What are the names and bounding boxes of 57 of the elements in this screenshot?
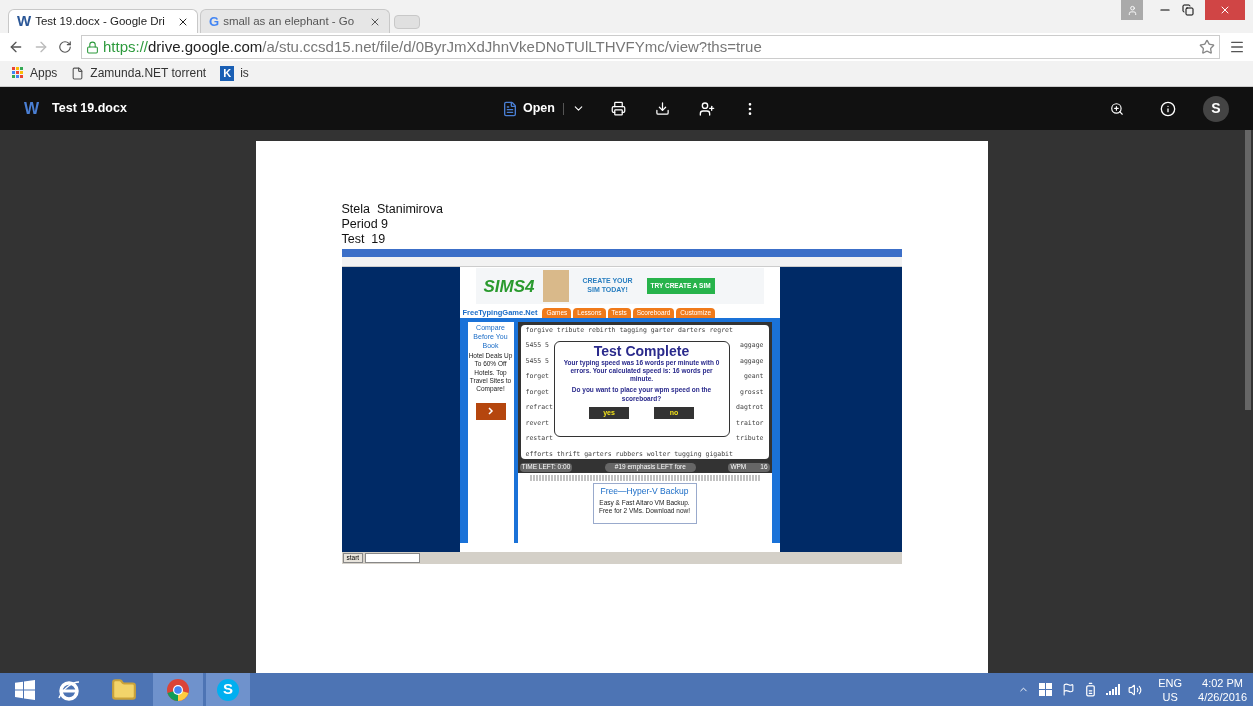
region-code: US bbox=[1162, 689, 1178, 704]
zoom-in-icon[interactable] bbox=[1110, 101, 1124, 116]
bookmark-item[interactable]: K is bbox=[220, 64, 249, 82]
sims-logo: SIMS4 bbox=[483, 277, 535, 295]
tab-logo: W bbox=[17, 11, 32, 32]
print-icon[interactable] bbox=[610, 101, 626, 116]
info-icon[interactable] bbox=[1160, 100, 1176, 117]
browser-tab[interactable]: G small as an elephant - Go bbox=[200, 9, 390, 33]
bottom-ad-title: Free—Hyper-V Backup bbox=[600, 486, 689, 497]
url-text: https://drive.google.com/a/stu.ccsd15.net/file/d/0ByrJmXdJhnVkeDNoTUlLTHVFYmc/view?ths=true bbox=[103, 36, 762, 57]
avatar[interactable]: S bbox=[1203, 95, 1229, 122]
signal-icon[interactable] bbox=[1106, 684, 1121, 695]
chrome-icon bbox=[166, 677, 190, 702]
windows-flag-icon[interactable] bbox=[1039, 683, 1053, 696]
document-icon bbox=[501, 100, 518, 117]
file-name: Test 19.docx bbox=[52, 100, 127, 118]
tab-logo: G bbox=[209, 12, 220, 31]
taskbar-window-button[interactable] bbox=[365, 553, 421, 563]
page-icon bbox=[71, 66, 85, 80]
clock-date: 4/26/2016 bbox=[1198, 689, 1247, 704]
person-icon bbox=[1126, 4, 1138, 16]
language-code: ENG bbox=[1158, 675, 1183, 690]
folder-icon[interactable] bbox=[111, 676, 137, 703]
windows-start-icon[interactable] bbox=[15, 679, 35, 700]
share-icon[interactable] bbox=[698, 100, 715, 117]
apps-grid-icon bbox=[12, 67, 24, 79]
browser-tab[interactable]: W Test 19.docx - Google Dri bbox=[8, 9, 198, 33]
next-button[interactable] bbox=[475, 402, 506, 420]
chevron-right-icon bbox=[487, 407, 494, 416]
lock-icon bbox=[86, 40, 99, 54]
clock-time: 4:02 PM bbox=[1202, 675, 1243, 690]
restore-icon[interactable] bbox=[1182, 4, 1194, 16]
close-icon bbox=[1219, 4, 1231, 16]
taskbar-app-button[interactable] bbox=[153, 673, 203, 706]
open-button[interactable]: Open bbox=[501, 99, 555, 118]
flag-icon[interactable] bbox=[1062, 683, 1076, 696]
document-text: Stela Stanimirova bbox=[341, 202, 444, 217]
document-text: Test 19 bbox=[341, 232, 387, 247]
tab-title: Test 19.docx - Google Dri bbox=[35, 13, 166, 29]
bookmark-item[interactable]: Apps bbox=[12, 64, 58, 82]
address-bar[interactable]: https://drive.google.com/a/stu.ccsd15.net/file/d/0ByrJmXdJhnVkeDNoTUlLTHVFYmc/view?ths=true bbox=[81, 35, 1220, 59]
dialog-title: Test Complete bbox=[593, 344, 690, 358]
tab-title: small as an elephant - Go bbox=[223, 13, 356, 29]
download-icon[interactable] bbox=[654, 101, 670, 116]
language-indicator[interactable]: ENG US bbox=[1158, 675, 1183, 704]
bookmark-star-icon[interactable] bbox=[1199, 39, 1215, 55]
person-photo-placeholder bbox=[542, 270, 569, 302]
k-logo: K bbox=[220, 65, 235, 81]
clock[interactable]: 4:02 PM 4/26/2016 bbox=[1198, 675, 1247, 704]
menu-icon[interactable] bbox=[1229, 39, 1245, 55]
bookmark-item[interactable]: Zamunda.NET torrent bbox=[71, 64, 207, 82]
skype-logo: S bbox=[217, 678, 239, 701]
reload-icon[interactable] bbox=[58, 40, 72, 54]
volume-icon[interactable] bbox=[1128, 682, 1143, 697]
back-icon[interactable] bbox=[8, 39, 24, 55]
document-text: Period 9 bbox=[341, 217, 390, 232]
word-logo: W bbox=[24, 98, 40, 119]
